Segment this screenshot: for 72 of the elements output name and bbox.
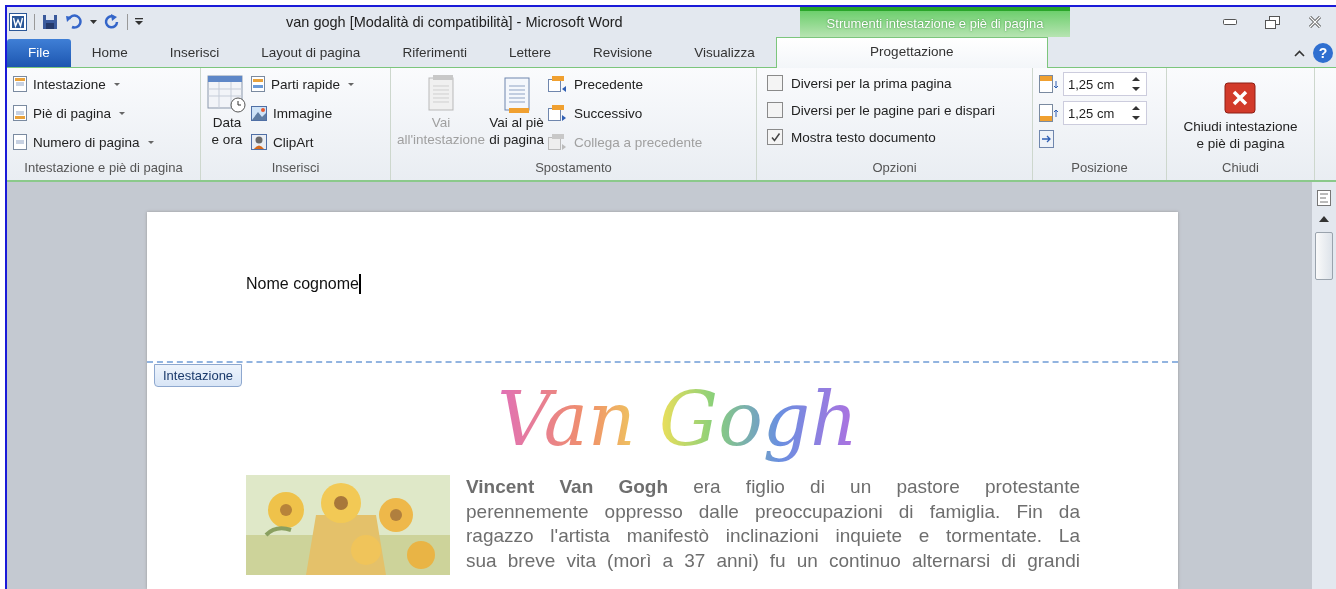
footer-position-icon	[1039, 104, 1059, 122]
spinner-arrows-icon[interactable]	[1132, 77, 1140, 91]
ribbon-tab[interactable]: Layout di pagina	[240, 39, 382, 67]
header-position-icon	[1039, 75, 1059, 93]
close-icon	[1224, 82, 1257, 114]
ribbon-tab[interactable]: Revisione	[571, 39, 674, 67]
group-label: Spostamento	[534, 160, 613, 177]
option-checkbox[interactable]: Diversi per la prima pagina	[767, 72, 1026, 94]
group-label: Intestazione e piè di pagina	[23, 160, 184, 177]
page-arrow-icon	[547, 76, 568, 92]
ribbon-tab[interactable]: Progettazione	[775, 37, 1048, 68]
context-tab-group-label: Strumenti intestazione e piè di pagina	[800, 7, 1070, 37]
page-arrow-icon	[547, 134, 568, 150]
vertical-scrollbar[interactable]	[1312, 182, 1336, 589]
ribbon-tab[interactable]: Home	[70, 39, 149, 67]
page-icon	[13, 105, 27, 121]
group-label: Opzioni	[871, 160, 918, 177]
navigation-link-button[interactable]: Successivo	[547, 101, 703, 125]
close-header-footer-button[interactable]: Chiudi intestazione e piè di pagina	[1183, 72, 1298, 160]
checkbox[interactable]	[767, 75, 783, 91]
checkmark-icon	[769, 131, 781, 143]
clipart-icon	[251, 134, 267, 150]
body-paragraph: Vincent Van Gogh era figlio di un pastore protestante perennemente oppresso dalle preoccupazioni di famiglia. Fin da ragazzo l'artista manifestò inclinazioni inquiete e tormentate. La sua breve vita (morì a 37 anni) fu un continuo alternarsi di grandi	[466, 475, 1080, 573]
page-icon	[13, 76, 27, 92]
navigation-button[interactable]: Vai al piè di pagina	[489, 72, 544, 160]
minimize-icon[interactable]	[1223, 19, 1237, 25]
option-checkbox[interactable]: Mostra testo documento	[767, 126, 1026, 148]
ribbon-dropdown-button[interactable]: Numero di pagina	[13, 130, 194, 154]
close-icon[interactable]	[1308, 16, 1322, 28]
caret-icon[interactable]	[90, 20, 97, 24]
navigation-link-button[interactable]: Precedente	[547, 72, 703, 96]
date-time-button[interactable]: Data e ora	[207, 72, 247, 160]
ribbon-tab[interactable]: Inserisci	[148, 39, 241, 67]
image-icon	[251, 105, 267, 121]
calendar-clock-icon	[207, 74, 247, 114]
undo-icon[interactable]	[65, 14, 83, 30]
group-label: Inserisci	[270, 160, 321, 177]
ribbon-tab[interactable]: Riferimenti	[381, 39, 488, 67]
collapse-ribbon-icon[interactable]	[1294, 50, 1305, 57]
page-arrow-icon	[547, 105, 568, 121]
header-label: Intestazione	[154, 364, 243, 387]
ribbon-tab[interactable]: Lettere	[487, 39, 572, 67]
spin-field[interactable]: 1,25 cm	[1063, 101, 1147, 125]
word-logo-icon	[9, 13, 27, 31]
picture-button[interactable]: Immagine	[251, 101, 355, 125]
ribbon-dropdown-button[interactable]: Intestazione	[13, 72, 194, 96]
quick-parts-button[interactable]: Parti rapide	[251, 72, 355, 96]
spin-field[interactable]: 1,25 cm	[1063, 72, 1147, 96]
restore-icon[interactable]	[1265, 15, 1280, 29]
group-label: Chiudi	[1221, 160, 1260, 177]
ribbon-dropdown-button[interactable]: Piè di pagina	[13, 101, 194, 125]
redo-icon[interactable]	[104, 14, 120, 30]
help-button[interactable]: ?	[1313, 43, 1333, 63]
group-label: Posizione	[1070, 160, 1129, 177]
save-icon[interactable]	[42, 14, 58, 30]
ribbon-tab[interactable]: File	[7, 39, 71, 67]
checkbox[interactable]	[767, 102, 783, 118]
page-icon	[251, 76, 265, 92]
option-checkbox[interactable]: Diversi per le pagine pari e dispari	[767, 99, 1026, 121]
page-icon	[13, 134, 27, 150]
ruler-icon[interactable]	[1317, 190, 1331, 206]
customize-icon[interactable]	[135, 18, 143, 26]
scroll-up-icon[interactable]	[1319, 216, 1329, 222]
scroll-thumb[interactable]	[1315, 232, 1333, 280]
window-title: van gogh [Modalità di compatibilità] - Microsoft Word	[286, 14, 624, 30]
insert-alignment-tab-icon[interactable]	[1039, 130, 1055, 148]
checkbox[interactable]	[767, 129, 783, 145]
header-text[interactable]: Nome cognome	[246, 275, 359, 293]
text-cursor	[358, 274, 361, 294]
ribbon-tab[interactable]: Visualizza	[673, 39, 776, 67]
spinner-arrows-icon[interactable]	[1132, 106, 1140, 120]
clipart-button[interactable]: ClipArt	[251, 130, 355, 154]
